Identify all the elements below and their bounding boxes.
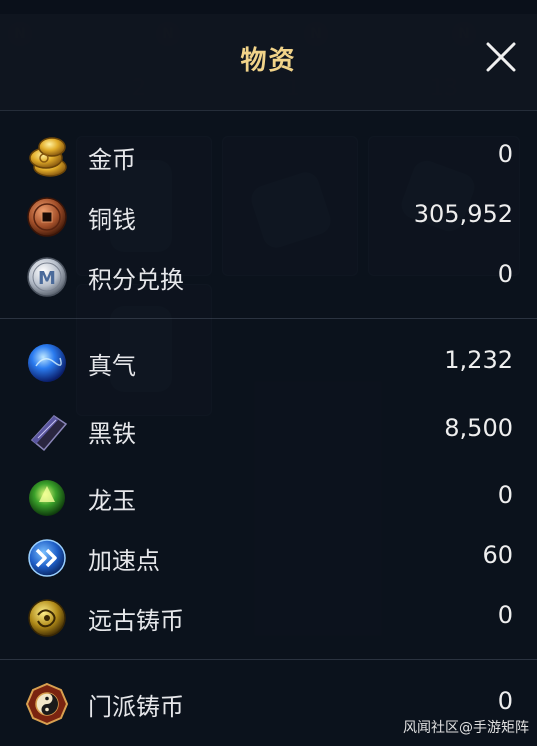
resources-panel: 物资 金币 0 铜钱 305,952 M 积分兑换 0 真气 1,232 黑铁 … xyxy=(0,0,537,746)
resource-label: 积分兑换 xyxy=(88,266,184,294)
resource-label: 金币 xyxy=(88,146,136,174)
resource-row-ancient-coin: 远古铸币 0 xyxy=(0,589,537,645)
resource-label: 加速点 xyxy=(88,547,160,575)
group-divider xyxy=(0,659,537,660)
resource-label: 铜钱 xyxy=(88,206,136,234)
resource-value: 0 xyxy=(497,601,513,629)
close-button[interactable] xyxy=(482,38,520,76)
resource-row-dragon-jade: 龙玉 0 xyxy=(0,469,537,525)
resource-value: 0 xyxy=(497,140,513,168)
black-iron-icon xyxy=(24,408,70,454)
resource-label: 真气 xyxy=(88,352,136,380)
sect-coin-icon xyxy=(24,681,70,727)
points-medal-icon: M xyxy=(24,254,70,300)
svg-text:M: M xyxy=(38,268,56,289)
resource-label: 远古铸币 xyxy=(88,607,184,635)
resource-value: 0 xyxy=(497,687,513,715)
resource-label: 门派铸币 xyxy=(88,693,184,721)
resource-value: 8,500 xyxy=(444,414,513,442)
resource-row-black-iron: 黑铁 8,500 xyxy=(0,402,537,458)
gold-coin-icon xyxy=(24,134,70,180)
resource-row-points: M 积分兑换 0 xyxy=(0,248,537,304)
resource-value: 0 xyxy=(497,260,513,288)
resource-value: 1,232 xyxy=(444,346,513,374)
dragon-jade-icon xyxy=(24,475,70,521)
close-icon xyxy=(486,42,516,72)
resource-row-zhenqi: 真气 1,232 xyxy=(0,334,537,390)
resource-row-gold-coin: 金币 0 xyxy=(0,128,537,184)
ancient-coin-icon xyxy=(24,595,70,641)
blue-orb-icon xyxy=(24,340,70,386)
resource-label: 龙玉 xyxy=(88,487,136,515)
resource-row-copper-coin: 铜钱 305,952 xyxy=(0,188,537,244)
resource-label: 黑铁 xyxy=(88,420,136,448)
resource-row-speedup: 加速点 60 xyxy=(0,529,537,585)
watermark-text: 风闻社区@手游矩阵 xyxy=(403,720,529,736)
group-divider xyxy=(0,318,537,319)
panel-title: 物资 xyxy=(240,46,297,76)
resource-value: 0 xyxy=(497,481,513,509)
copper-coin-icon xyxy=(24,194,70,240)
speed-arrow-icon xyxy=(24,535,70,581)
resource-value: 60 xyxy=(482,541,513,569)
resource-value: 305,952 xyxy=(413,200,513,228)
